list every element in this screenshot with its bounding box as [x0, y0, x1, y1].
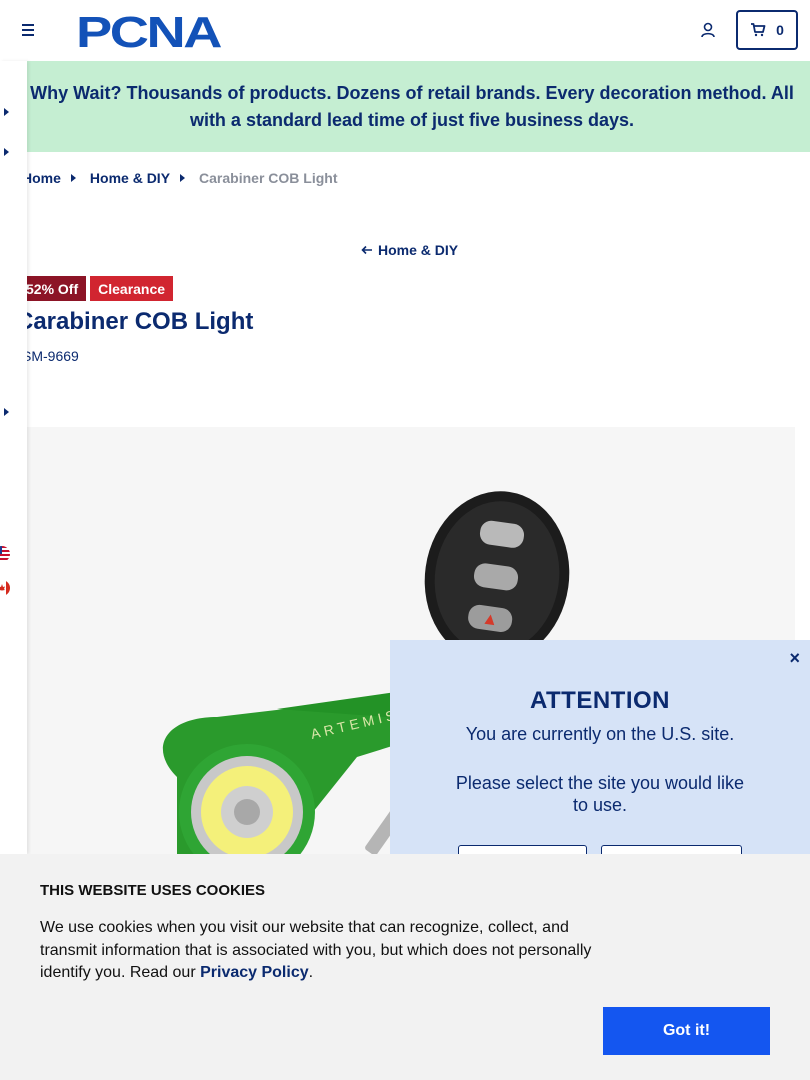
product-title: Carabiner COB Light — [16, 308, 254, 335]
privacy-policy-link[interactable]: Privacy Policy — [200, 964, 309, 981]
product-badges: 52% Off Clearance — [18, 276, 174, 301]
close-icon[interactable]: × — [789, 648, 800, 669]
modal-title: ATTENTION — [529, 687, 671, 714]
canada-flag-icon[interactable] — [0, 580, 10, 596]
site-header: PCNA 0 — [0, 0, 810, 61]
promo-banner: Why Wait? Thousands of products. Dozens … — [14, 61, 810, 152]
product-sku: SM-9669 — [22, 348, 79, 364]
caret-right-icon[interactable] — [4, 148, 9, 156]
left-rail — [0, 61, 27, 854]
modal-select-site-text: Please select the site you would like to… — [455, 773, 745, 815]
cookie-text: We use cookies when you visit our websit… — [40, 917, 610, 985]
arrow-left-icon — [361, 245, 372, 255]
cookie-title: THIS WEBSITE USES COOKIES — [40, 882, 266, 899]
account-icon[interactable] — [699, 21, 717, 39]
breadcrumb-home[interactable]: Home — [22, 170, 61, 186]
breadcrumb-current: Carabiner COB Light — [199, 170, 338, 186]
pcna-logo[interactable]: PCNA — [76, 10, 224, 50]
back-link-label: Home & DIY — [378, 242, 459, 258]
cart-button[interactable]: 0 — [736, 10, 798, 50]
logo-text: PCNA — [76, 10, 221, 50]
modal-current-site-text: You are currently on the U.S. site. — [465, 724, 735, 744]
page: PCNA 0 Why Wait? Thousands of products. … — [0, 0, 810, 1080]
hamburger-icon[interactable] — [18, 20, 38, 40]
clearance-badge: Clearance — [90, 276, 174, 301]
cart-icon — [751, 23, 766, 37]
caret-right-icon — [180, 174, 186, 182]
cookie-banner: THIS WEBSITE USES COOKIES We use cookies… — [0, 854, 810, 1080]
caret-right-icon — [70, 174, 76, 182]
caret-right-icon[interactable] — [4, 408, 9, 416]
discount-badge: 52% Off — [18, 276, 87, 301]
accept-cookies-button[interactable]: Got it! — [603, 1007, 770, 1055]
breadcrumb-home-diy[interactable]: Home & DIY — [90, 170, 170, 186]
cart-count: 0 — [776, 22, 784, 38]
promo-text: Why Wait? Thousands of products. Dozens … — [30, 82, 794, 130]
back-to-category-link[interactable]: Home & DIY — [361, 242, 458, 258]
cookie-text-body: We use cookies when you visit our websit… — [40, 919, 592, 981]
cookie-text-end: . — [308, 964, 314, 981]
us-flag-icon[interactable] — [0, 546, 10, 562]
breadcrumb: Home Home & DIY Carabiner COB Light — [22, 170, 338, 186]
caret-right-icon[interactable] — [4, 108, 9, 116]
site-selection-modal: × ATTENTION You are currently on the U.S… — [390, 640, 810, 885]
